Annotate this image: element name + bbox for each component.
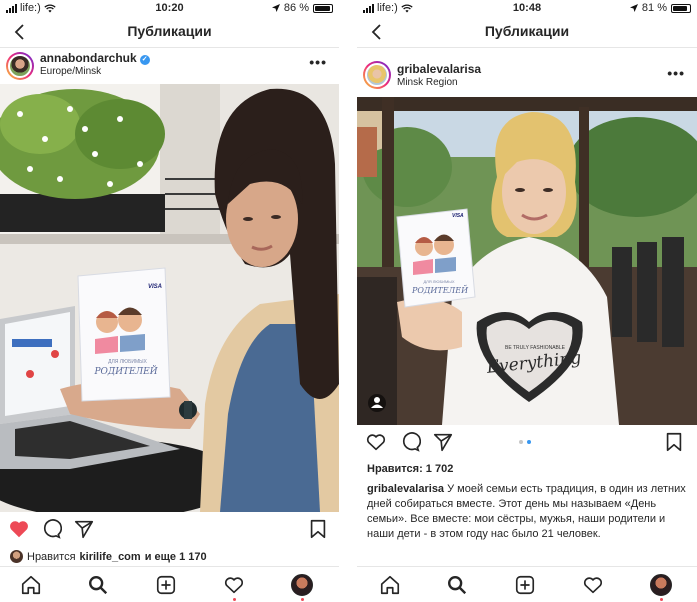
profile-avatar-icon[interactable] bbox=[650, 574, 672, 596]
likes-user-link[interactable]: kirilife_com bbox=[80, 551, 141, 563]
likes-prefix: Нравится bbox=[27, 550, 76, 563]
post-photo[interactable]: VISA ДЛЯ ЛЮБИМЫХ РОДИТЕЛЕЙ bbox=[0, 84, 339, 512]
page-title: Публикации bbox=[484, 23, 570, 39]
more-options-icon[interactable]: ••• bbox=[309, 54, 327, 70]
booklet-line2: РОДИТЕЛЕЙ bbox=[94, 367, 158, 377]
more-options-icon[interactable]: ••• bbox=[667, 65, 685, 81]
like-heart-icon[interactable] bbox=[365, 431, 387, 453]
likes-line: Нравится kirilife_com и еще 1 170 bbox=[10, 550, 207, 563]
bookmark-icon[interactable] bbox=[307, 518, 329, 540]
comment-icon[interactable] bbox=[40, 518, 62, 540]
post-username[interactable]: gribalevalarisa bbox=[397, 62, 481, 76]
new-post-icon[interactable] bbox=[155, 574, 177, 596]
location-arrow-icon bbox=[629, 4, 638, 12]
booklet-line2: РОДИТЕЛЕЙ bbox=[411, 286, 469, 295]
carousel-dot-1 bbox=[519, 440, 523, 444]
liker-avatar bbox=[10, 550, 23, 563]
post-location[interactable]: Minsk Region bbox=[397, 77, 458, 88]
search-icon[interactable] bbox=[446, 574, 468, 596]
post-actions bbox=[0, 512, 339, 546]
post-header: annabondarchuk ✓ Europe/Minsk ••• bbox=[0, 48, 339, 84]
post-actions bbox=[357, 425, 697, 459]
photo-illustration bbox=[357, 97, 697, 425]
like-heart-icon[interactable] bbox=[8, 518, 30, 540]
battery-percent: 81 % bbox=[641, 2, 667, 14]
page-title: Публикации bbox=[127, 23, 212, 39]
tab-bar bbox=[0, 566, 339, 602]
verified-badge-icon: ✓ bbox=[139, 55, 150, 65]
activity-heart-icon[interactable] bbox=[223, 574, 245, 596]
status-bar: life:) 10:48 81 % bbox=[357, 0, 697, 16]
comment-icon[interactable] bbox=[399, 431, 421, 453]
battery-percent: 86 % bbox=[283, 2, 309, 14]
photo-illustration bbox=[0, 84, 339, 512]
profile-dot-icon bbox=[301, 598, 304, 601]
post-username[interactable]: annabondarchuk ✓ bbox=[40, 51, 150, 65]
bookmark-icon[interactable] bbox=[663, 431, 685, 453]
avatar[interactable] bbox=[363, 61, 391, 89]
profile-dot-icon bbox=[660, 598, 663, 601]
likes-count[interactable]: Нравится: 1 702 bbox=[367, 463, 453, 475]
avatar[interactable] bbox=[6, 52, 34, 80]
activity-heart-icon[interactable] bbox=[582, 574, 604, 596]
tab-bar bbox=[357, 566, 697, 602]
screenshot-gap bbox=[339, 0, 357, 602]
carousel-dot-2-active bbox=[527, 440, 531, 444]
profile-avatar-icon[interactable] bbox=[291, 574, 313, 596]
post-header: gribalevalarisa Minsk Region ••• bbox=[357, 58, 697, 94]
post-location[interactable]: Europe/Minsk bbox=[40, 66, 101, 77]
right-phone-screen: life:) 10:48 81 % Публикации gribalevala… bbox=[357, 0, 697, 602]
likes-count[interactable]: и еще 1 170 bbox=[145, 551, 207, 563]
caption-username[interactable]: gribalevalarisa bbox=[367, 483, 444, 495]
location-arrow-icon bbox=[271, 4, 280, 12]
share-icon[interactable] bbox=[73, 518, 95, 540]
home-icon[interactable] bbox=[379, 574, 401, 596]
navigation-bar: Публикации bbox=[357, 16, 697, 48]
post-caption: gribalevalarisa У моей семьи есть традиц… bbox=[367, 482, 687, 542]
share-icon[interactable] bbox=[432, 431, 454, 453]
booklet-line1: ДЛЯ ЛЮБИМЫХ bbox=[423, 279, 455, 284]
activity-dot-icon bbox=[233, 598, 236, 601]
left-phone-screen: life:) 10:20 86 % Публикации annabondarc… bbox=[0, 0, 339, 602]
navigation-bar: Публикации bbox=[0, 16, 339, 48]
search-icon[interactable] bbox=[87, 574, 109, 596]
status-bar: life:) 10:20 86 % bbox=[0, 0, 339, 16]
booklet-line1: ДЛЯ ЛЮБИМЫХ bbox=[108, 359, 147, 365]
post-photo[interactable]: VISA ДЛЯ ЛЮБИМЫХ РОДИТЕЛЕЙ BE TRULY FASH… bbox=[357, 97, 697, 425]
battery-icon bbox=[313, 3, 333, 13]
home-icon[interactable] bbox=[20, 574, 42, 596]
booklet-brand: VISA bbox=[148, 284, 163, 290]
new-post-icon[interactable] bbox=[514, 574, 536, 596]
battery-icon bbox=[671, 3, 691, 13]
booklet-brand: VISA bbox=[452, 213, 464, 219]
